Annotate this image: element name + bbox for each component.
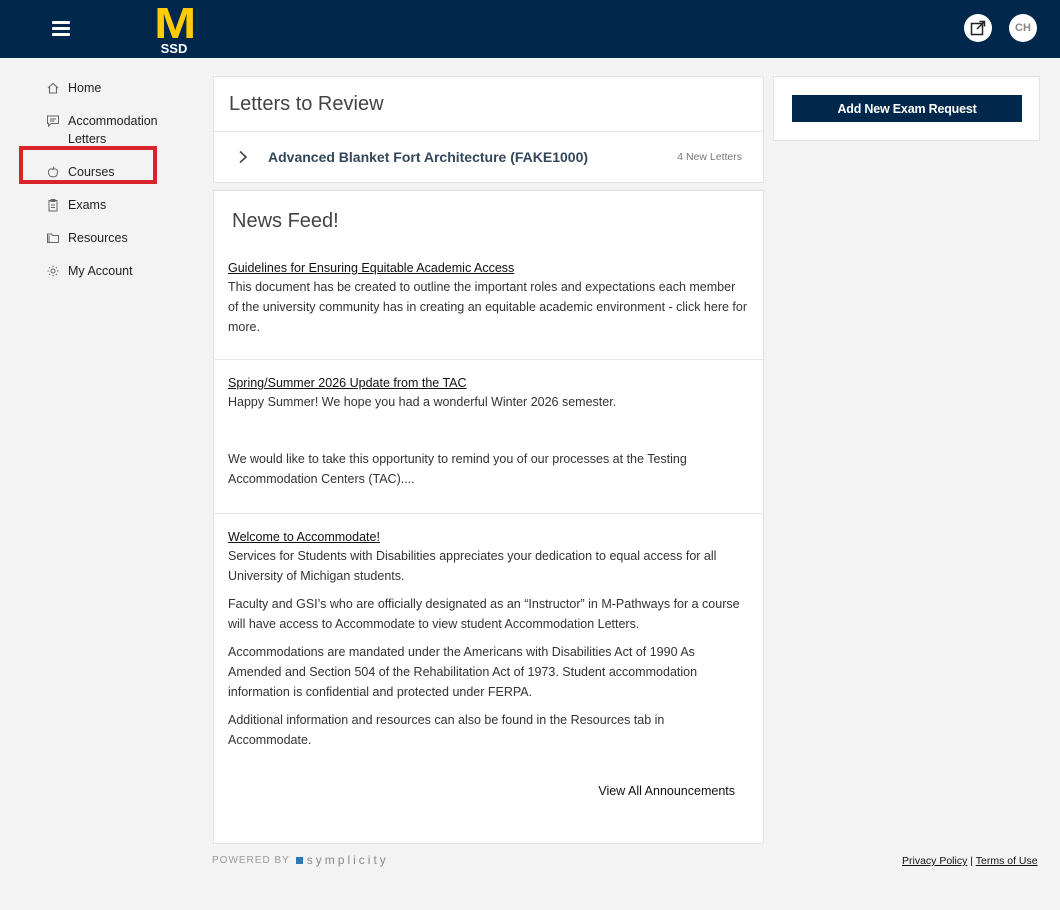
news-paragraph: Accommodations are mandated under the Am…: [228, 645, 698, 699]
news-paragraph: Happy Summer! We hope you had a wonderfu…: [228, 395, 617, 409]
powered-by-label: POWERED BY: [212, 854, 290, 866]
message-icon: [47, 115, 59, 128]
sidebar-item-home[interactable]: Home: [40, 76, 190, 100]
avatar[interactable]: CH: [1009, 14, 1037, 42]
sidebar-item-exams[interactable]: Exams: [40, 193, 190, 217]
sidebar-nav: Home Accommodation Letters Courses Exams…: [40, 76, 190, 292]
letters-to-review-card: Letters to Review Advanced Blanket Fort …: [213, 76, 764, 183]
news-headline-link[interactable]: Guidelines for Ensuring Equitable Academ…: [228, 259, 514, 277]
news-feed-title: News Feed!: [232, 210, 339, 232]
add-new-exam-request-button[interactable]: Add New Exam Request: [792, 95, 1022, 122]
news-headline-link[interactable]: Welcome to Accommodate!: [228, 528, 380, 546]
news-item: Spring/Summer 2026 Update from the TAC H…: [214, 360, 763, 514]
footer-separator: |: [970, 855, 974, 867]
privacy-policy-link[interactable]: Privacy Policy: [902, 855, 967, 867]
sidebar-item-label: Home: [68, 81, 102, 95]
exam-request-card: Add New Exam Request: [773, 76, 1040, 141]
new-letters-count: 4 New Letters: [677, 151, 742, 163]
gear-icon: [47, 265, 59, 277]
logo-letter: M: [154, 0, 196, 48]
letter-course-row[interactable]: Advanced Blanket Fort Architecture (FAKE…: [214, 132, 763, 182]
sidebar-item-accommodation-letters[interactable]: Accommodation Letters: [40, 109, 190, 151]
course-name: Advanced Blanket Fort Architecture (FAKE…: [268, 149, 589, 165]
chevron-right-icon: [239, 150, 248, 164]
home-icon: [47, 82, 59, 94]
external-link-button[interactable]: [964, 14, 992, 42]
sidebar-item-label: Accommodation Letters: [68, 114, 158, 146]
symplicity-brand: symplicity: [306, 853, 389, 867]
news-item: Guidelines for Ensuring Equitable Academ…: [214, 259, 763, 360]
news-feed-card: News Feed! Guidelines for Ensuring Equit…: [213, 190, 764, 844]
news-paragraph: We would like to take this opportunity t…: [228, 452, 687, 486]
sidebar-item-resources[interactable]: Resources: [40, 226, 190, 250]
sidebar-item-label: Resources: [68, 231, 128, 245]
footer-links: Privacy Policy | Terms of Use: [902, 855, 1038, 867]
courses-highlight-annotation: [19, 146, 157, 184]
letters-title: Letters to Review: [214, 77, 763, 132]
news-paragraph: Services for Students with Disabilities …: [228, 549, 717, 583]
sidebar-item-label: Exams: [68, 198, 107, 212]
sidebar-item-label: My Account: [68, 264, 133, 278]
symplicity-logo-icon: [295, 856, 303, 864]
external-link-icon: [970, 20, 986, 36]
folder-icon: [47, 233, 59, 243]
clipboard-icon: [48, 199, 58, 212]
news-paragraph: This document has be created to outline …: [228, 280, 748, 334]
news-paragraph: Faculty and GSI’s who are officially des…: [228, 597, 740, 631]
view-all-announcements-link[interactable]: View All Announcements: [598, 784, 735, 798]
news-item: Welcome to Accommodate! Services for Stu…: [214, 514, 763, 750]
umich-ssd-logo[interactable]: M SSD: [150, 2, 198, 56]
news-paragraph: Additional information and resources can…: [228, 713, 665, 747]
top-header: M SSD CH: [0, 0, 1060, 58]
sidebar-item-my-account[interactable]: My Account: [40, 259, 190, 283]
hamburger-icon[interactable]: [52, 21, 70, 37]
news-headline-link[interactable]: Spring/Summer 2026 Update from the TAC: [228, 374, 467, 392]
terms-of-use-link[interactable]: Terms of Use: [976, 855, 1038, 867]
powered-by-symplicity: POWERED BY symplicity: [212, 853, 389, 867]
